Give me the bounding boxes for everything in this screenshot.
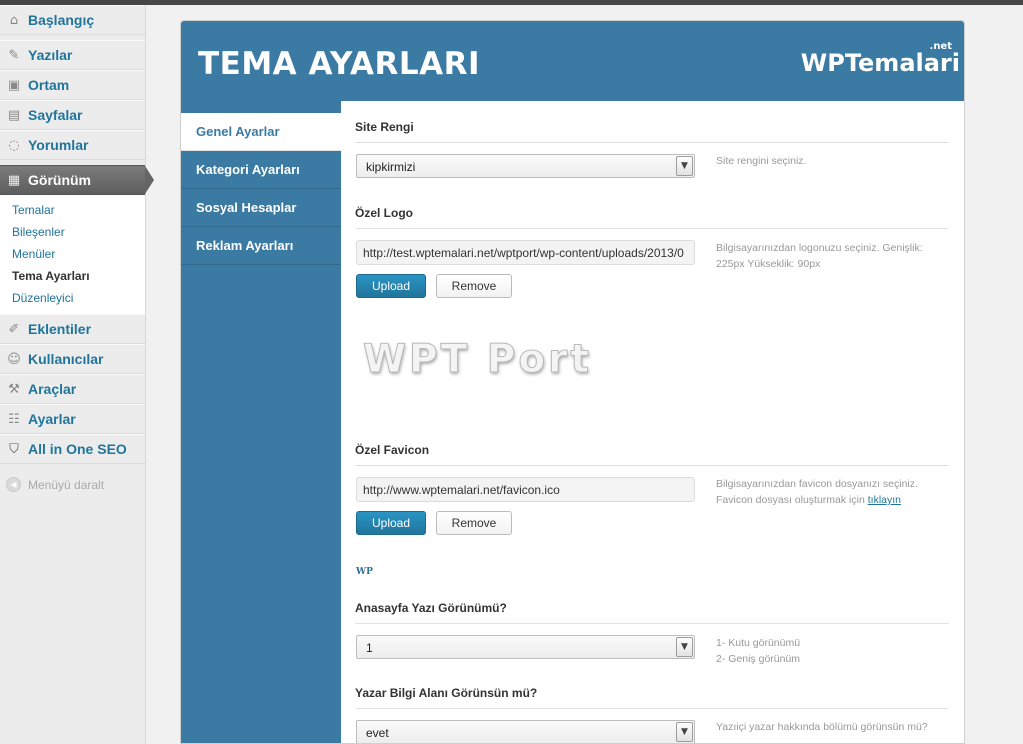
theme-settings-panel: TEMA AYARLARI .net WPTemalari Genel Ayar… bbox=[180, 20, 965, 744]
site-color-value: kipkirmizi bbox=[366, 160, 416, 174]
shield-icon: ⛉ bbox=[9, 441, 19, 457]
active-menu-arrow bbox=[145, 166, 154, 194]
logo-remove-button[interactable]: Remove bbox=[436, 274, 512, 298]
users-icon: ☺ bbox=[7, 351, 21, 367]
submenu-item-editor[interactable]: Düzenleyici bbox=[12, 291, 73, 305]
logo-help: Bilgisayarınızdan logonuzu seçiniz. Geni… bbox=[716, 242, 923, 270]
collapse-menu-button[interactable]: ◀ Menüyü daralt bbox=[6, 477, 104, 492]
favicon-upload-button[interactable]: Upload bbox=[356, 511, 426, 535]
tab-general-settings[interactable]: Genel Ayarlar bbox=[181, 113, 342, 151]
chevron-down-icon: ▼ bbox=[676, 722, 693, 742]
favicon-preview-image: WP bbox=[356, 567, 373, 577]
media-icon: ▣ bbox=[7, 77, 21, 93]
menu-item-all-in-one-seo[interactable]: ⛉ All in One SEO bbox=[0, 434, 145, 464]
divider bbox=[355, 465, 949, 466]
menu-item-label: Yorumlar bbox=[28, 137, 89, 153]
menu-item-label: Sayfalar bbox=[28, 107, 83, 123]
home-view-help: 1- Kutu görünümü 2- Geniş görünüm bbox=[716, 635, 946, 667]
admin-sidebar: ⌂ Başlangıç ✎ Yazılar ▣ Ortam ▤ Sayfalar… bbox=[0, 5, 154, 744]
menu-item-tools[interactable]: ⚒ Araçlar bbox=[0, 374, 145, 404]
chevron-down-icon: ▼ bbox=[676, 637, 693, 657]
settings-content: Site Rengi kipkirmizi ▼ Site rengini seç… bbox=[341, 101, 964, 743]
submenu-item-widgets[interactable]: Bileşenler bbox=[12, 225, 65, 239]
site-color-select[interactable]: kipkirmizi ▼ bbox=[356, 154, 695, 178]
tools-icon: ⚒ bbox=[8, 381, 20, 397]
logo-label: Özel Logo bbox=[355, 206, 413, 220]
favicon-help: Bilgisayarınızdan favicon dosyanızı seçi… bbox=[716, 476, 946, 508]
menu-item-media[interactable]: ▣ Ortam bbox=[0, 70, 145, 100]
tab-category-settings[interactable]: Kategori Ayarları bbox=[181, 151, 341, 189]
admin-top-bar bbox=[0, 0, 1023, 5]
menu-item-label: Başlangıç bbox=[28, 12, 95, 28]
author-box-select[interactable]: evet ▼ bbox=[356, 720, 695, 743]
menu-item-settings[interactable]: ☷ Ayarlar bbox=[0, 404, 145, 434]
menu-item-label: Görünüm bbox=[28, 172, 91, 188]
home-view-help-line: 1- Kutu görünümü bbox=[716, 637, 801, 649]
collapse-menu-label: Menüyü daralt bbox=[28, 477, 105, 492]
pages-icon: ▤ bbox=[7, 107, 21, 123]
menu-item-users[interactable]: ☺ Kullanıcılar bbox=[0, 344, 145, 374]
menu-item-posts[interactable]: ✎ Yazılar bbox=[0, 40, 145, 70]
logo-upload-button[interactable]: Upload bbox=[356, 274, 426, 298]
home-view-label: Anasayfa Yazı Görünümü? bbox=[355, 601, 507, 615]
tab-social-accounts[interactable]: Sosyal Hesaplar bbox=[181, 189, 341, 227]
favicon-url-field[interactable]: http://www.wptemalari.net/favicon.ico bbox=[356, 477, 695, 502]
site-color-label: Site Rengi bbox=[355, 120, 414, 134]
divider bbox=[355, 708, 949, 709]
appearance-submenu: Temalar Bileşenler Menüler Tema Ayarları… bbox=[0, 195, 145, 315]
menu-item-comments[interactable]: ◌ Yorumlar bbox=[0, 130, 145, 160]
menu-item-label: All in One SEO bbox=[28, 441, 127, 457]
divider bbox=[355, 623, 949, 624]
menu-item-label: Araçlar bbox=[28, 381, 77, 397]
menu-item-label: Kullanıcılar bbox=[28, 351, 104, 367]
submenu-item-themes[interactable]: Temalar bbox=[12, 203, 55, 217]
settings-icon: ☷ bbox=[8, 411, 20, 427]
logo-url-field[interactable]: http://test.wptemalari.net/wptport/wp-co… bbox=[356, 240, 695, 265]
plugin-icon: ✐ bbox=[8, 321, 20, 337]
settings-tabs: Genel Ayarlar Kategori Ayarları Sosyal H… bbox=[181, 101, 342, 743]
favicon-remove-button[interactable]: Remove bbox=[436, 511, 512, 535]
home-view-select[interactable]: 1 ▼ bbox=[356, 635, 695, 659]
home-icon: ⌂ bbox=[9, 12, 19, 28]
favicon-label: Özel Favicon bbox=[355, 443, 430, 457]
pin-icon: ✎ bbox=[8, 47, 20, 63]
menu-item-label: Ayarlar bbox=[28, 411, 76, 427]
author-box-value: evet bbox=[366, 726, 389, 740]
home-view-value: 1 bbox=[366, 641, 373, 655]
site-color-help: Site rengini seçiniz. bbox=[716, 155, 807, 167]
divider bbox=[355, 228, 949, 229]
tab-ad-settings[interactable]: Reklam Ayarları bbox=[181, 227, 341, 265]
collapse-arrow-icon: ◀ bbox=[6, 477, 21, 492]
menu-item-label: Eklentiler bbox=[28, 321, 92, 337]
comments-icon: ◌ bbox=[8, 137, 20, 153]
favicon-generator-link[interactable]: tıklayın bbox=[868, 494, 901, 506]
divider bbox=[355, 142, 949, 143]
submenu-item-menus[interactable]: Menüler bbox=[12, 247, 55, 261]
menu-item-label: Ortam bbox=[28, 77, 70, 93]
author-box-help: Yazıiçi yazar hakkında bölümü görünsün m… bbox=[716, 721, 928, 733]
menu-item-label: Yazılar bbox=[28, 47, 73, 63]
menu-item-appearance[interactable]: ▦ Görünüm bbox=[0, 165, 145, 195]
page-title: TEMA AYARLARI bbox=[198, 46, 480, 82]
menu-item-plugins[interactable]: ✐ Eklentiler bbox=[0, 314, 145, 344]
appearance-icon: ▦ bbox=[7, 172, 21, 188]
submenu-item-theme-settings[interactable]: Tema Ayarları bbox=[12, 269, 90, 283]
menu-item-dashboard[interactable]: ⌂ Başlangıç bbox=[0, 5, 145, 35]
brand-logo: WPTemalari bbox=[800, 49, 960, 77]
menu-item-pages[interactable]: ▤ Sayfalar bbox=[0, 100, 145, 130]
panel-header: TEMA AYARLARI .net WPTemalari bbox=[181, 21, 964, 101]
logo-preview-image: WPT Port bbox=[362, 337, 593, 383]
chevron-down-icon: ▼ bbox=[676, 156, 693, 176]
home-view-help-line: 2- Geniş görünüm bbox=[716, 653, 801, 665]
author-box-label: Yazar Bilgi Alanı Görünsün mü? bbox=[355, 686, 538, 700]
